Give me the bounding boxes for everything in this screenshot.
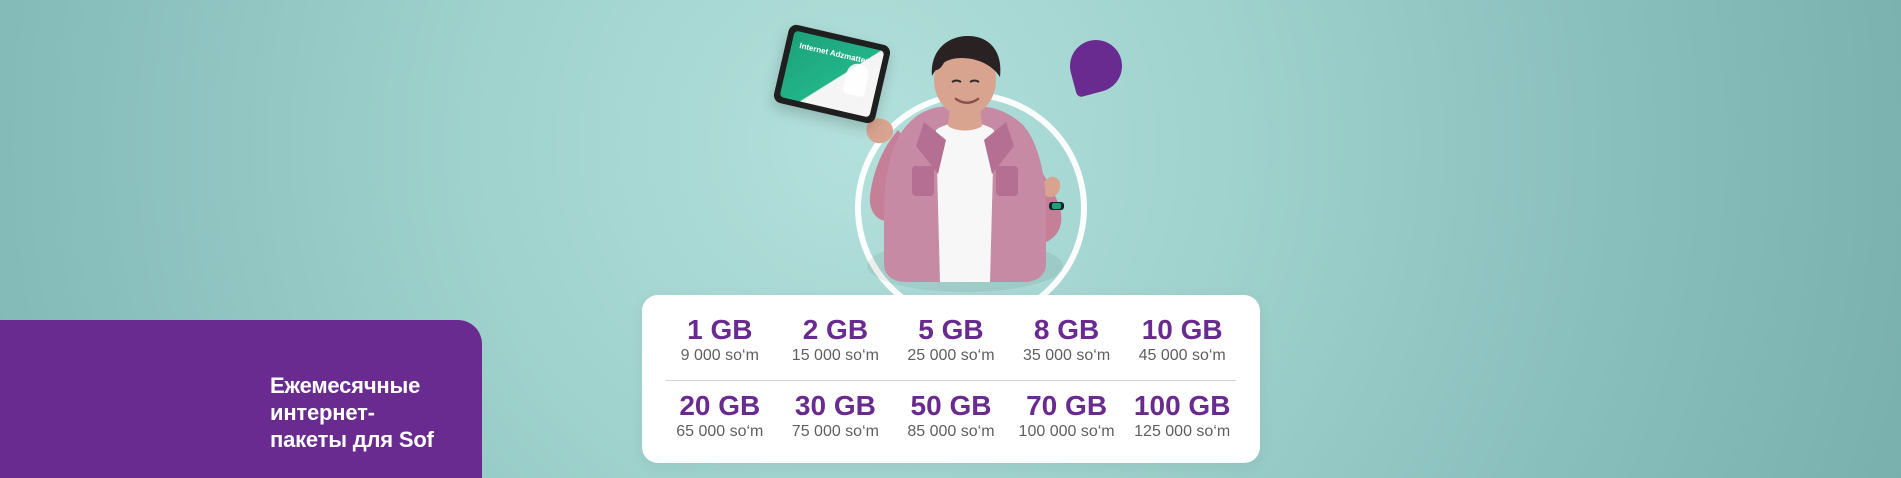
package-10gb: 10 GB 45 000 so‘m [1124, 314, 1240, 365]
package-price: 75 000 so‘m [791, 423, 879, 441]
headline-line-3: пакеты для Sof [270, 427, 434, 453]
package-price: 65 000 so‘m [676, 423, 764, 441]
package-price: 85 000 so‘m [907, 423, 995, 441]
offer-headline: Ежемесячные интернет- пакеты для Sof [270, 372, 470, 453]
package-price: 45 000 so‘m [1138, 347, 1226, 365]
package-size: 2 GB [802, 314, 869, 345]
headline-line-2: интернет- [270, 400, 375, 426]
package-row-1: 1 GB 9 000 so‘m 2 GB 15 000 so‘m 5 GB 25… [662, 314, 1240, 365]
package-price: 9 000 so‘m [680, 347, 759, 365]
package-5gb: 5 GB 25 000 so‘m [893, 314, 1009, 365]
package-8gb: 8 GB 35 000 so‘m [1009, 314, 1125, 365]
package-price-card: 1 GB 9 000 so‘m 2 GB 15 000 so‘m 5 GB 25… [642, 295, 1260, 463]
headline-line-1: Ежемесячные [270, 373, 421, 398]
tablet-screen-text: Internet Adzmatter [798, 41, 870, 66]
package-size: 20 GB [679, 390, 761, 421]
package-size: 100 GB [1133, 390, 1231, 421]
promo-banner: Internet Adzmatter Ежемесячные интернет-… [0, 0, 1901, 478]
package-size: 5 GB [918, 314, 984, 345]
package-size: 50 GB [910, 390, 992, 421]
package-2gb: 2 GB 15 000 so‘m [778, 314, 894, 365]
tablet-person-icon [842, 61, 871, 98]
package-20gb: 20 GB 65 000 so‘m [662, 390, 778, 441]
package-size: 8 GB [1033, 314, 1100, 345]
package-size: 1 GB [687, 314, 753, 345]
package-divider [666, 380, 1236, 381]
package-row-2: 20 GB 65 000 so‘m 30 GB 75 000 so‘m 50 G… [662, 390, 1240, 441]
package-price: 100 000 so‘m [1018, 423, 1115, 441]
package-price: 25 000 so‘m [907, 347, 995, 365]
package-size: 30 GB [794, 390, 876, 421]
package-price: 15 000 so‘m [791, 347, 879, 365]
package-price: 35 000 so‘m [1022, 347, 1111, 365]
tablet-screen: Internet Adzmatter [779, 30, 885, 118]
package-1gb: 1 GB 9 000 so‘m [662, 314, 778, 365]
package-size: 10 GB [1141, 314, 1223, 345]
package-30gb: 30 GB 75 000 so‘m [778, 390, 894, 441]
package-50gb: 50 GB 85 000 so‘m [893, 390, 1009, 441]
package-size: 70 GB [1026, 390, 1108, 421]
package-100gb: 100 GB 125 000 so‘m [1124, 390, 1240, 441]
package-price: 125 000 so‘m [1134, 423, 1231, 441]
package-70gb: 70 GB 100 000 so‘m [1009, 390, 1125, 441]
